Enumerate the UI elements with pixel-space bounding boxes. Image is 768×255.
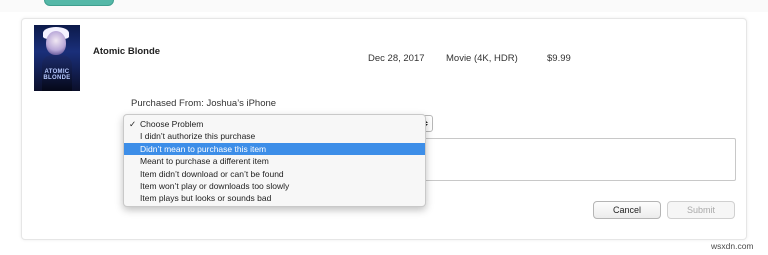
checkmark-icon: ✓: [129, 119, 137, 129]
watermark: wsxdn.com: [711, 241, 754, 251]
top-edge: [0, 0, 768, 12]
menu-item-wont-play[interactable]: Item won’t play or downloads too slowly: [124, 180, 425, 192]
menu-item-choose-problem[interactable]: ✓ Choose Problem: [124, 118, 425, 130]
top-button-edge[interactable]: [44, 0, 114, 6]
menu-item-download-not-found[interactable]: Item didn’t download or can’t be found: [124, 168, 425, 180]
problem-dropdown-menu: ✓ Choose Problem I didn’t authorize this…: [123, 114, 426, 207]
item-title: Atomic Blonde: [93, 46, 161, 57]
cancel-button[interactable]: Cancel: [593, 201, 661, 219]
submit-button[interactable]: Submit: [667, 201, 735, 219]
item-type: Movie (4K, HDR): [446, 53, 518, 64]
purchased-from-label: Purchased From: Joshua’s iPhone: [131, 98, 277, 109]
menu-item-looks-sounds-bad[interactable]: Item plays but looks or sounds bad: [124, 192, 425, 204]
poster-title: ATOMIC BLONDE: [43, 69, 71, 81]
menu-item-not-authorized[interactable]: I didn’t authorize this purchase: [124, 130, 425, 142]
menu-item-different-item[interactable]: Meant to purchase a different item: [124, 155, 425, 167]
problem-description-field[interactable]: [420, 138, 736, 181]
purchase-date: Dec 28, 2017: [368, 53, 425, 64]
menu-item-didnt-mean-to-purchase[interactable]: Didn’t mean to purchase this item: [124, 142, 425, 156]
poster-face: [46, 31, 66, 55]
item-price: $9.99: [547, 53, 571, 64]
movie-poster: ATOMIC BLONDE: [34, 25, 80, 91]
